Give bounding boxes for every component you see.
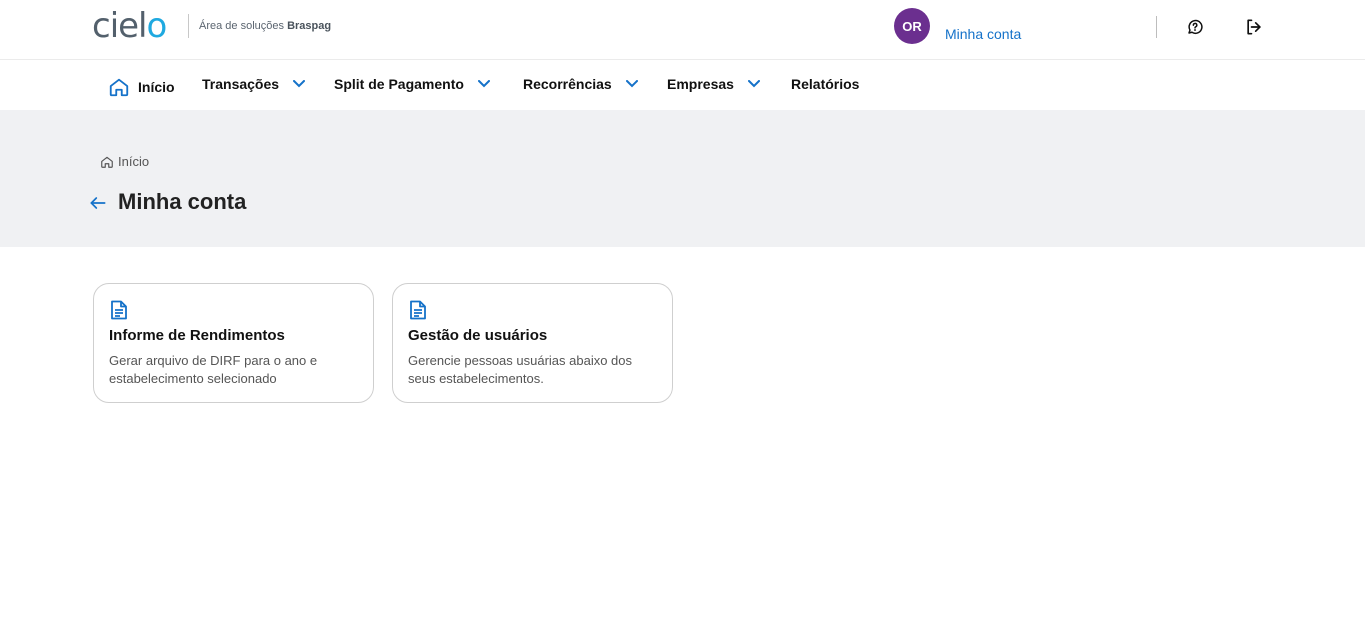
nav-item-label: Split de Pagamento [334,76,464,92]
chevron-down-icon [625,80,638,88]
card-description: Gerencie pessoas usuárias abaixo dos seu… [408,353,633,386]
page-title: Minha conta [118,189,247,214]
nav-item-transacoes[interactable]: Transações [202,76,306,92]
chevron-down-icon [477,80,490,88]
avatar[interactable]: OR [894,8,930,44]
help-chat-button[interactable] [1184,16,1206,38]
logout-icon [1247,19,1261,35]
nav-item-empresas[interactable]: Empresas [667,76,760,92]
logout-button[interactable] [1243,16,1265,38]
arrow-left-icon [90,197,106,209]
document-icon [111,300,127,320]
document-icon [410,300,426,320]
breadcrumb-label: Início [118,154,150,169]
nav-item-split[interactable]: Split de Pagamento [334,76,490,92]
top-header: cielo Área de soluções Braspag OR Minha … [0,0,1365,60]
nav-item-inicio[interactable]: Início [108,76,175,98]
nav-item-label: Empresas [667,76,734,92]
nav-item-recorrencias[interactable]: Recorrências [523,76,638,92]
nav-item-label: Transações [202,76,280,92]
nav-item-label: Relatórios [791,76,860,92]
logo-subtitle: Área de soluções Braspag [199,20,332,32]
cielo-logo[interactable]: cielo [92,9,167,43]
help-chat-icon [1188,19,1203,35]
chevron-down-icon [747,80,760,88]
card-gestao-usuarios[interactable]: Gestão de usuários Gerencie pessoas usuá… [392,283,673,403]
nav-item-label: Início [138,79,175,95]
card-title: Gestão de usuários [408,327,548,344]
logo-divider [188,14,189,38]
card-informe-rendimentos[interactable]: Informe de Rendimentos Gerar arquivo de … [93,283,374,403]
card-title: Informe de Rendimentos [109,327,285,344]
card-description: Gerar arquivo de DIRF para o ano e estab… [109,353,318,386]
nav-item-label: Recorrências [523,76,612,92]
my-account-link[interactable]: Minha conta [945,26,1021,42]
back-button[interactable] [88,193,108,213]
page-header-band: Início Minha conta [0,110,1365,247]
header-divider [1156,16,1157,38]
main-nav: Início Transações Split de Pagamento Rec… [0,60,1365,110]
home-icon [109,78,129,97]
home-icon [101,156,113,168]
breadcrumb[interactable]: Início [100,154,149,169]
chevron-down-icon [293,80,306,88]
nav-item-relatorios[interactable]: Relatórios [791,76,859,92]
